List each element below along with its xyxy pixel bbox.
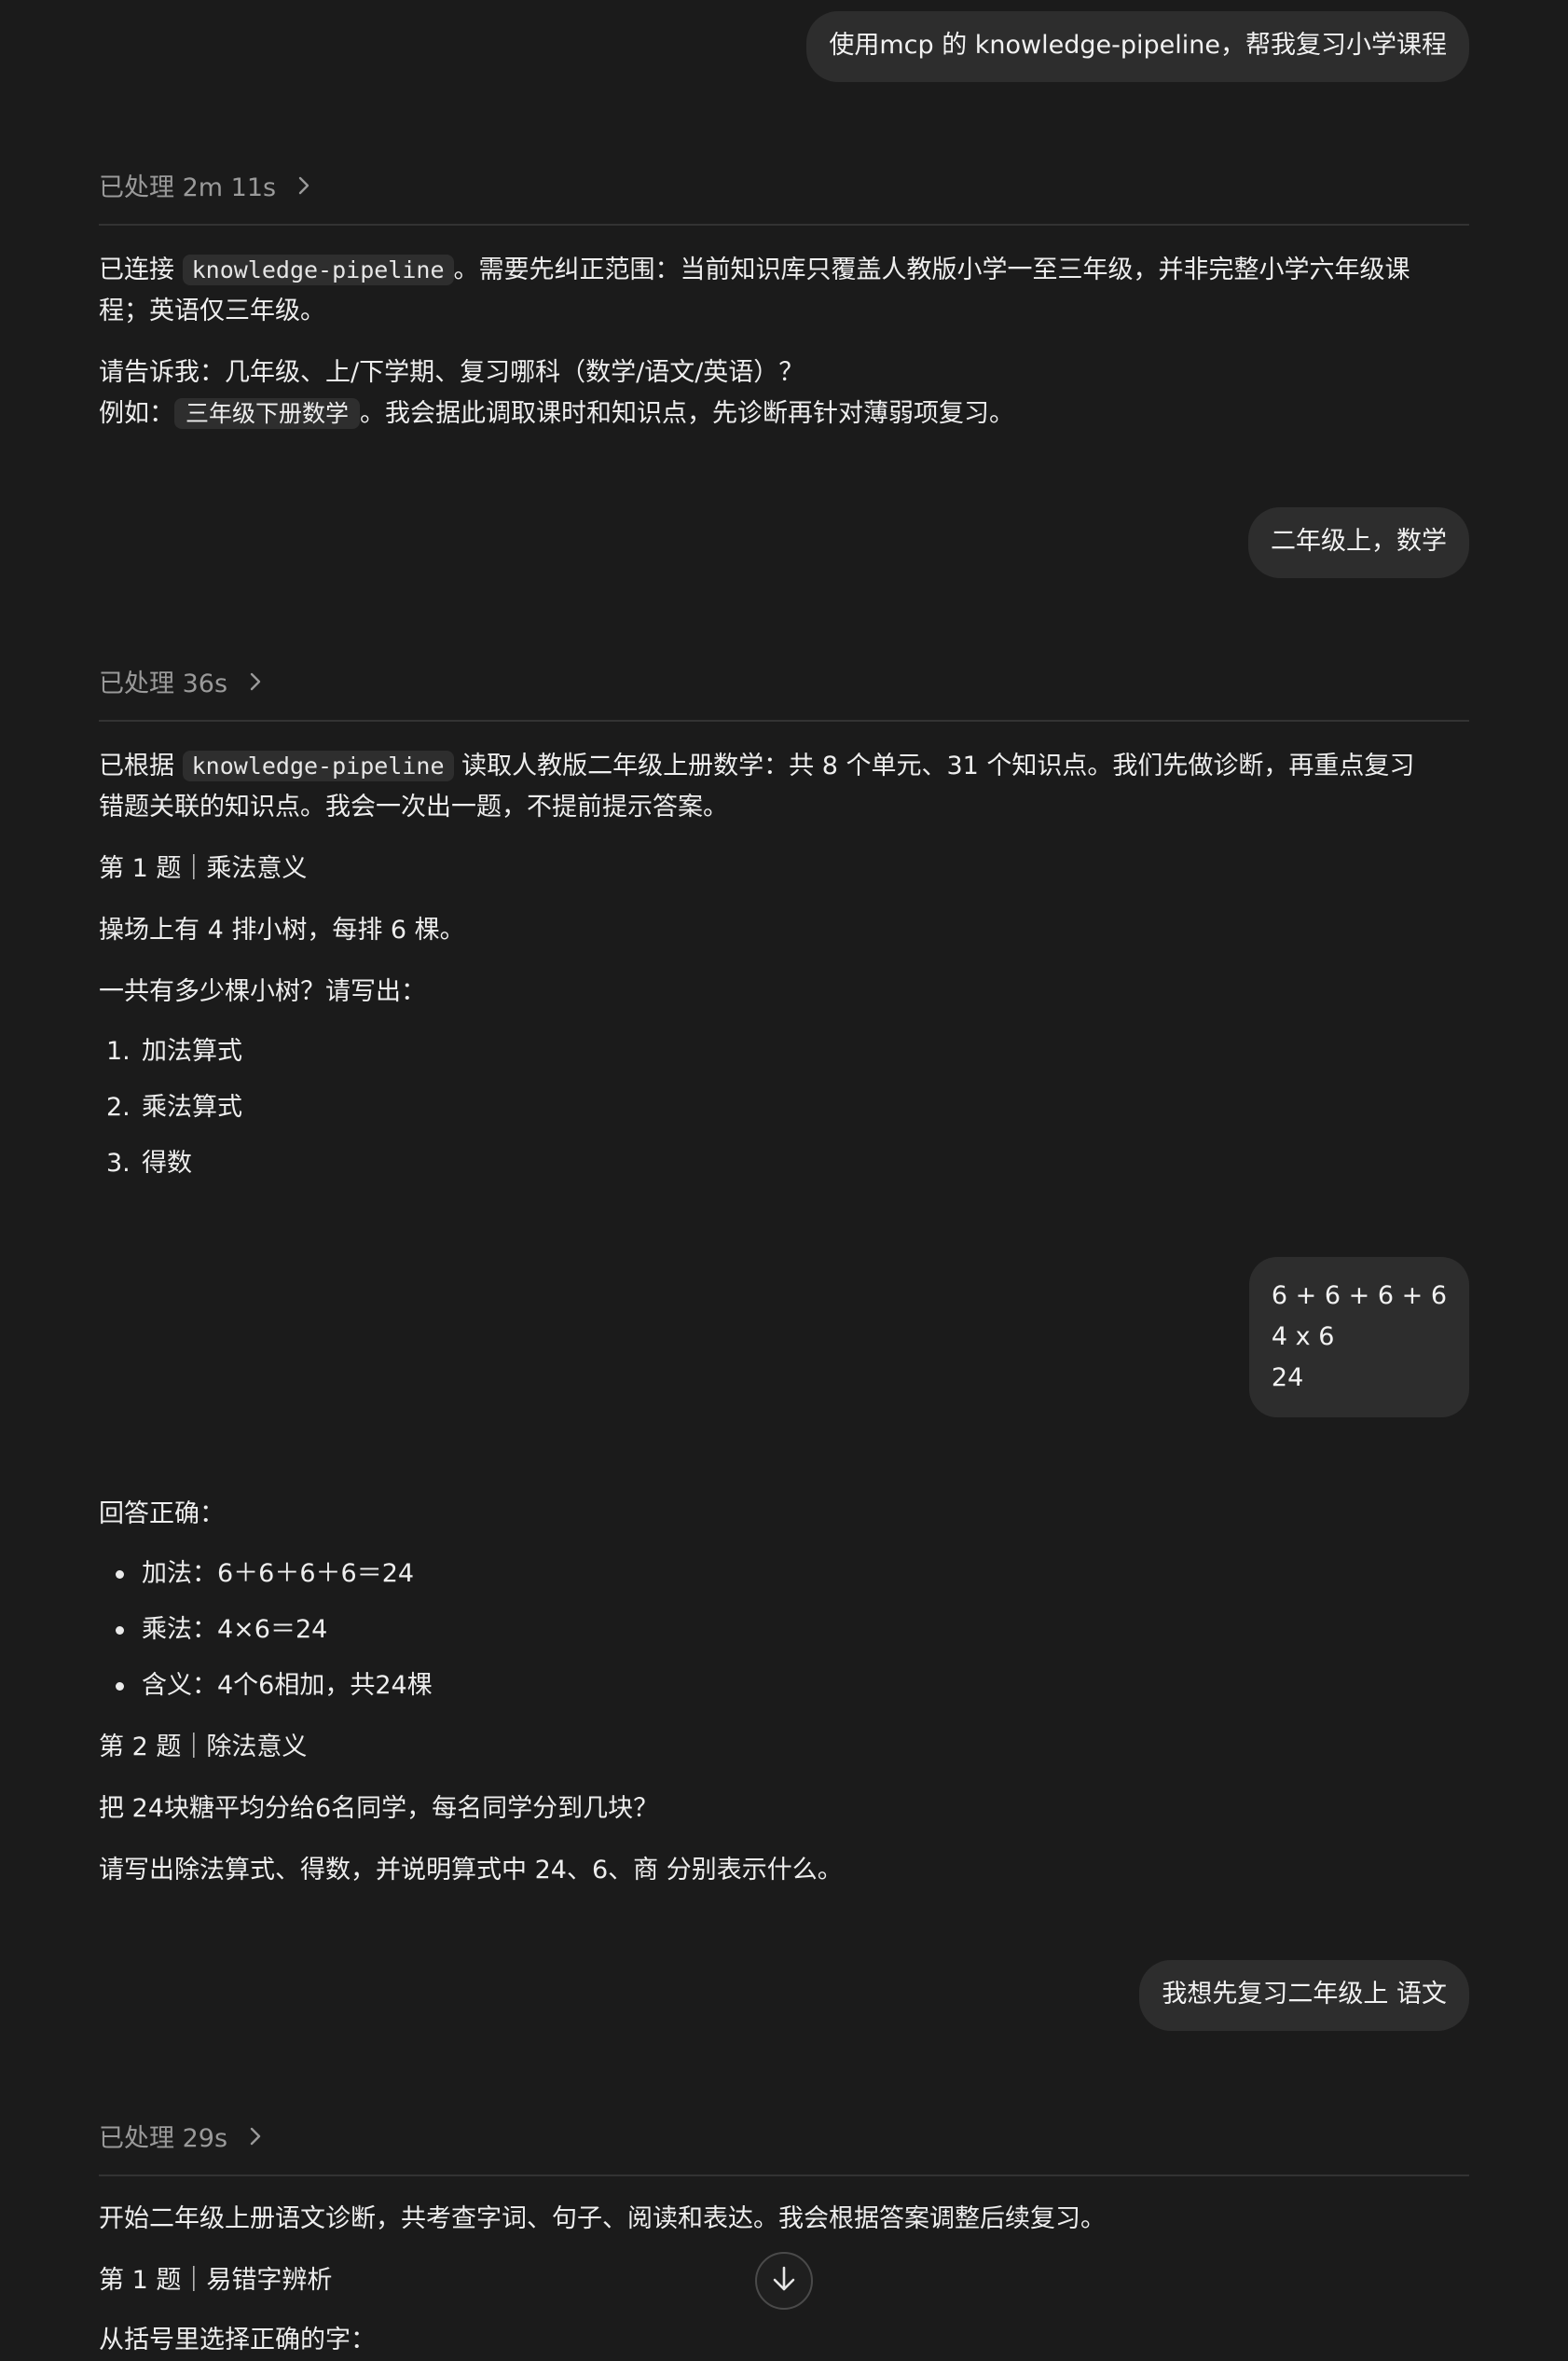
- processed-toggle[interactable]: 已处理 29s: [99, 2117, 1469, 2176]
- question-text: 把 24块糖平均分给6名同学，每名同学分到几块？: [99, 1794, 659, 1823]
- text-span: 已根据: [99, 752, 183, 780]
- list-item: 2. 乘法算式: [106, 1093, 242, 1122]
- list-item-text: 乘法算式: [142, 1093, 242, 1122]
- processed-toggle[interactable]: 已处理 36s: [99, 662, 1469, 722]
- list-item-text: 乘法：4×6＝24: [142, 1615, 328, 1644]
- user-message: 我想先复习二年级上 语文: [1139, 1960, 1469, 2031]
- user-message: 6 + 6 + 6 + 6 4 x 6 24: [1248, 1257, 1469, 1417]
- text-span: 已连接: [99, 255, 183, 284]
- text-span: 例如：: [99, 399, 174, 428]
- user-message: 二年级上，数学: [1248, 507, 1469, 578]
- list-item: 乘法：4×6＝24: [99, 1609, 1469, 1665]
- assistant-paragraph: 已连接 knowledge-pipeline 。需要先纠正范围：当前知识库只覆盖人…: [99, 250, 1469, 332]
- question-ask: 一共有多少棵小树？请写出：: [99, 977, 426, 1006]
- processed-toggle[interactable]: 已处理 2m 11s: [99, 166, 1469, 226]
- text-span: 错题关联的知识点。我会一次出一题，不提前提示答案。: [99, 793, 728, 822]
- question-title: 第 2 题｜除法意义: [99, 1733, 308, 1761]
- question-ask: 从括号里选择正确的字：: [99, 2326, 376, 2354]
- scroll-to-bottom-button[interactable]: [755, 2252, 813, 2310]
- bullet-dot: [116, 1682, 124, 1691]
- result-text: 回答正确：: [99, 1499, 225, 1528]
- user-message-line: 24: [1271, 1363, 1304, 1392]
- list-item-text: 得数: [142, 1149, 192, 1178]
- user-message-line: 4 x 6: [1271, 1322, 1335, 1351]
- arrow-down-icon: [771, 2265, 797, 2297]
- text-span: 读取人教版二年级上册数学：共 8 个单元、31 个知识点。我们先做诊断，再重点复…: [453, 752, 1415, 780]
- chevron-right-icon: [297, 166, 310, 211]
- processed-label: 已处理 29s: [99, 2124, 228, 2153]
- text-span: 请告诉我：几年级、上/下学期、复习哪科（数学/语文/英语）？: [99, 358, 805, 387]
- assistant-paragraph: 开始二年级上册语文诊断，共考查字词、句子、阅读和表达。我会根据答案调整后续复习。: [99, 2204, 1106, 2233]
- list-item: 1. 加法算式: [106, 1037, 242, 1066]
- bullet-dot: [116, 1626, 124, 1635]
- user-message-text: 使用mcp 的 knowledge-pipeline，帮我复习小学课程: [829, 31, 1447, 60]
- question-text: 操场上有 4 排小树，每排 6 棵。: [99, 916, 465, 945]
- user-message-text: 我想先复习二年级上 语文: [1162, 1980, 1447, 2009]
- user-message-line: 6 + 6 + 6 + 6: [1271, 1281, 1447, 1310]
- list-item: 加法：6＋6＋6＋6＝24: [99, 1553, 1469, 1609]
- inline-code: knowledge-pipeline: [182, 255, 454, 285]
- question-ask: 请写出除法算式、得数，并说明算式中 24、6、商 分别表示什么。: [99, 1856, 843, 1885]
- list-item-text: 加法：6＋6＋6＋6＝24: [142, 1559, 415, 1588]
- ordered-list: 1. 加法算式 2. 乘法算式 3. 得数: [99, 1031, 1469, 1199]
- user-message-text: 二年级上，数学: [1271, 527, 1447, 556]
- list-item: 含义：4个6相加，共24棵: [99, 1665, 1469, 1721]
- inline-code: 三年级下册数学: [174, 398, 361, 429]
- processed-label: 已处理 2m 11s: [99, 173, 277, 202]
- chevron-right-icon: [249, 662, 262, 707]
- text-span: 。需要先纠正范围：当前知识库只覆盖人教版小学一至三年级，并非完整小学六年级课: [453, 255, 1410, 284]
- user-message: 使用mcp 的 knowledge-pipeline，帮我复习小学课程: [806, 11, 1469, 82]
- inline-code: knowledge-pipeline: [182, 751, 454, 781]
- list-item-text: 含义：4个6相加，共24棵: [142, 1671, 433, 1700]
- processed-label: 已处理 36s: [99, 670, 228, 698]
- question-title: 第 1 题｜乘法意义: [99, 854, 308, 883]
- list-item-text: 加法算式: [142, 1037, 242, 1066]
- text-span: 。我会据此调取课时和知识点，先诊断再针对薄弱项复习。: [360, 399, 1015, 428]
- chevron-right-icon: [249, 2117, 262, 2161]
- list-item: 3. 得数: [106, 1149, 192, 1178]
- assistant-paragraph: 请告诉我：几年级、上/下学期、复习哪科（数学/语文/英语）？ 例如： 三年级下册数…: [99, 352, 1469, 435]
- assistant-paragraph: 已根据 knowledge-pipeline 读取人教版二年级上册数学：共 8 …: [99, 746, 1469, 828]
- bullet-list: 加法：6＋6＋6＋6＝24 乘法：4×6＝24 含义：4个6相加，共24棵: [99, 1553, 1469, 1721]
- bullet-dot: [116, 1570, 124, 1579]
- text-span: 程；英语仅三年级。: [99, 297, 325, 325]
